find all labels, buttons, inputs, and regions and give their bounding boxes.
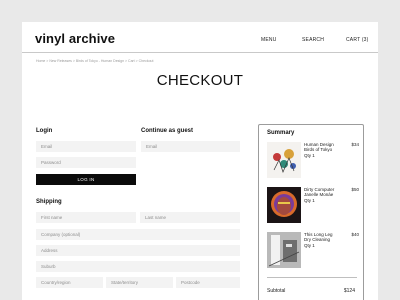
address-field[interactable]: Address [36, 245, 240, 256]
item-qty: Qty 1 [304, 242, 315, 248]
first-name-field[interactable]: First name [36, 212, 136, 223]
subtotal-value: $124 [343, 288, 355, 294]
last-name-field[interactable]: Last name [140, 212, 240, 223]
suburb-field[interactable]: Suburb [36, 261, 240, 272]
summary-item: Human Design Birds of Tokyo Qty 1 $34 [267, 142, 359, 182]
summary-item: Dirty Computer Janelle Monáe Qty 1 $50 [267, 187, 359, 227]
nav-search-link[interactable]: SEARCH [302, 37, 324, 43]
item-price: $40 [351, 232, 359, 237]
shipping-heading: Shipping [36, 199, 62, 205]
country-field[interactable]: Country/region [36, 277, 103, 288]
item-qty: Qty 1 [304, 197, 315, 203]
breadcrumb[interactable]: Home > New Releases > Birds of Tokyo - H… [36, 59, 153, 63]
nav-menu-link[interactable]: MENU [261, 37, 277, 43]
guest-email-field[interactable]: Email [141, 141, 240, 152]
login-email-field[interactable]: Email [36, 141, 136, 152]
guest-heading: Continue as guest [141, 128, 194, 134]
page-title: CHECKOUT [156, 72, 244, 89]
album-cover-image [267, 187, 301, 223]
album-cover-image [267, 232, 301, 268]
postcode-field[interactable]: Postcode [176, 277, 240, 288]
company-field[interactable]: Company (optional) [36, 229, 240, 240]
state-field[interactable]: State/territory [106, 277, 173, 288]
logo[interactable]: vinyl archive [35, 31, 115, 46]
subtotal-label: Subtotal [267, 288, 286, 294]
nav-cart-link[interactable]: CART (3) [346, 37, 369, 43]
summary-item-details: Dirty Computer Janelle Monáe Qty 1 [304, 187, 344, 203]
summary-item-details: Human Design Birds of Tokyo Qty 1 [304, 142, 344, 158]
item-price: $50 [351, 187, 359, 192]
login-heading: Login [36, 128, 53, 134]
summary-divider [267, 277, 357, 278]
site-header: vinyl archive MENU SEARCH CART (3) [22, 22, 378, 53]
summary-item-details: This Long Leg Dry Cleaning Qty 1 [304, 232, 344, 248]
page: vinyl archive MENU SEARCH CART (3) Home … [22, 22, 378, 300]
item-price: $34 [351, 142, 359, 147]
item-qty: Qty 1 [304, 152, 315, 158]
summary-heading: Summary [267, 130, 295, 136]
login-password-field[interactable]: Password [36, 157, 136, 168]
login-button[interactable]: LOG IN [36, 174, 136, 185]
order-summary: Summary Human Design Birds of Tokyo Qty … [258, 124, 364, 300]
album-cover-image [267, 142, 301, 178]
summary-item: This Long Leg Dry Cleaning Qty 1 $40 [267, 232, 359, 272]
